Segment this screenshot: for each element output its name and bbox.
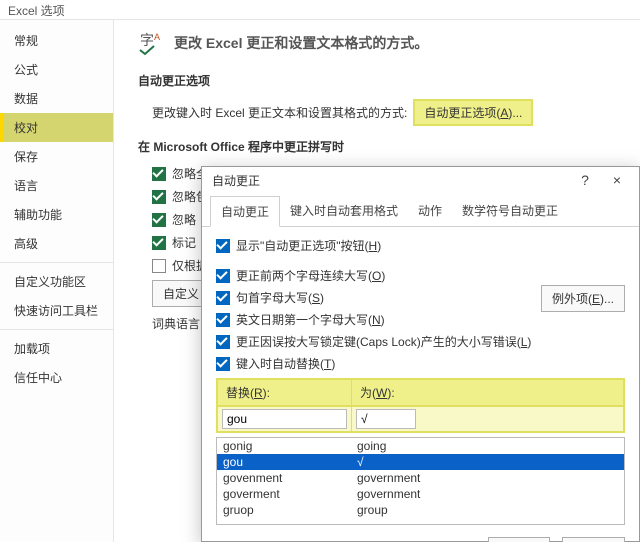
svg-text:A: A: [154, 32, 160, 42]
autocorrect-row: 更改键入时 Excel 更正文本和设置其格式的方式: 自动更正选项(A)...: [152, 99, 624, 126]
check-label: 英文日期第一个字母大写(N): [236, 311, 385, 328]
checkbox[interactable]: [216, 239, 230, 253]
check-label: 标记: [172, 234, 196, 251]
window-title: Excel 选项: [0, 0, 640, 20]
sidebar-item-general[interactable]: 常规: [0, 26, 113, 55]
dialog-titlebar: 自动更正 ? ×: [202, 167, 639, 193]
svg-text:字: 字: [140, 32, 154, 48]
sidebar-item-addins[interactable]: 加载项: [0, 334, 113, 363]
replace-inputs: [216, 407, 625, 433]
sidebar-item-customize-ribbon[interactable]: 自定义功能区: [0, 267, 113, 296]
sidebar-item-save[interactable]: 保存: [0, 142, 113, 171]
check-label: 更正因误按大写锁定键(Caps Lock)产生的大小写错误(L): [236, 333, 531, 350]
dialog-body: 显示"自动更正选项"按钮(H) 更正前两个字母连续大写(O) 句首字母大写(S)…: [202, 227, 639, 531]
checkbox[interactable]: [152, 213, 166, 227]
proofing-icon: 字A: [138, 30, 164, 56]
tab-math-autocorrect[interactable]: 数学符号自动更正: [452, 196, 568, 227]
sidebar-item-trust[interactable]: 信任中心: [0, 363, 113, 392]
check-label: 键入时自动替换(T): [236, 355, 335, 372]
sidebar-item-formulas[interactable]: 公式: [0, 55, 113, 84]
checkbox[interactable]: [152, 167, 166, 181]
checkbox[interactable]: [152, 259, 166, 273]
help-button[interactable]: ?: [569, 167, 601, 193]
check-label: 忽略: [172, 211, 196, 228]
dialog-title: 自动更正: [212, 172, 569, 189]
dict-language-label: 词典语言: [152, 315, 200, 332]
close-button[interactable]: ×: [601, 167, 633, 193]
sidebar-divider: [0, 262, 113, 263]
sidebar-item-proofing[interactable]: 校对: [0, 113, 113, 142]
autocorrect-dialog: 自动更正 ? × 自动更正 键入时自动套用格式 动作 数学符号自动更正 显示"自…: [201, 166, 640, 542]
list-item[interactable]: gou√: [217, 454, 624, 470]
replace-list[interactable]: goniggoing gou√ govenmentgovernment gove…: [216, 437, 625, 525]
tab-actions[interactable]: 动作: [408, 196, 452, 227]
check-label: 显示"自动更正选项"按钮(H): [236, 237, 381, 254]
dialog-tabs: 自动更正 键入时自动套用格式 动作 数学符号自动更正: [202, 195, 639, 227]
tab-autocorrect[interactable]: 自动更正: [210, 196, 280, 227]
checkbox[interactable]: [216, 291, 230, 305]
replace-header: 替换(R): 为(W):: [216, 378, 625, 407]
check-label: 更正前两个字母连续大写(O): [236, 267, 385, 284]
page-header: 字A 更改 Excel 更正和设置文本格式的方式。: [138, 30, 624, 56]
autocorrect-options-button[interactable]: 自动更正选项(A)...: [413, 99, 533, 126]
section-title: 自动更正选项: [138, 72, 624, 89]
sidebar-divider: [0, 329, 113, 330]
list-item[interactable]: goniggoing: [217, 438, 624, 454]
sidebar-item-data[interactable]: 数据: [0, 84, 113, 113]
page-title: 更改 Excel 更正和设置文本格式的方式。: [174, 33, 428, 53]
options-window: Excel 选项 常规 公式 数据 校对 保存 语言 辅助功能 高级 自定义功能…: [0, 0, 640, 542]
replace-input[interactable]: [222, 409, 347, 429]
list-item[interactable]: govermentgovernment: [217, 486, 624, 502]
checkbox[interactable]: [216, 269, 230, 283]
section-title: 在 Microsoft Office 程序中更正拼写时: [138, 138, 624, 155]
checkbox[interactable]: [152, 236, 166, 250]
sidebar: 常规 公式 数据 校对 保存 语言 辅助功能 高级 自定义功能区 快速访问工具栏…: [0, 20, 114, 542]
dialog-footer: 替换(A) 删除(D): [202, 531, 639, 542]
sidebar-item-language[interactable]: 语言: [0, 171, 113, 200]
replace-button[interactable]: 替换(A): [488, 537, 550, 542]
checkbox[interactable]: [152, 190, 166, 204]
check-label: 句首字母大写(S): [236, 289, 324, 306]
replace-box: 替换(R): 为(W): goniggoing gou√ govenmentgo…: [216, 378, 625, 525]
tab-autoformat[interactable]: 键入时自动套用格式: [280, 196, 408, 227]
with-input[interactable]: [356, 409, 416, 429]
delete-button[interactable]: 删除(D): [562, 537, 625, 542]
autocorrect-desc: 更改键入时 Excel 更正文本和设置其格式的方式:: [152, 104, 407, 121]
sidebar-item-accessibility[interactable]: 辅助功能: [0, 200, 113, 229]
autocorrect-options-section: 自动更正选项 更改键入时 Excel 更正文本和设置其格式的方式: 自动更正选项…: [138, 72, 624, 126]
checkbox[interactable]: [216, 335, 230, 349]
sidebar-item-qat[interactable]: 快速访问工具栏: [0, 296, 113, 325]
checkbox[interactable]: [216, 313, 230, 327]
replace-label: 替换(R):: [218, 380, 352, 405]
exceptions-button[interactable]: 例外项(E)...: [541, 285, 625, 312]
with-label: 为(W):: [352, 380, 403, 405]
list-item[interactable]: gruopgroup: [217, 502, 624, 518]
checkbox[interactable]: [216, 357, 230, 371]
sidebar-item-advanced[interactable]: 高级: [0, 229, 113, 258]
list-item[interactable]: govenmentgovernment: [217, 470, 624, 486]
